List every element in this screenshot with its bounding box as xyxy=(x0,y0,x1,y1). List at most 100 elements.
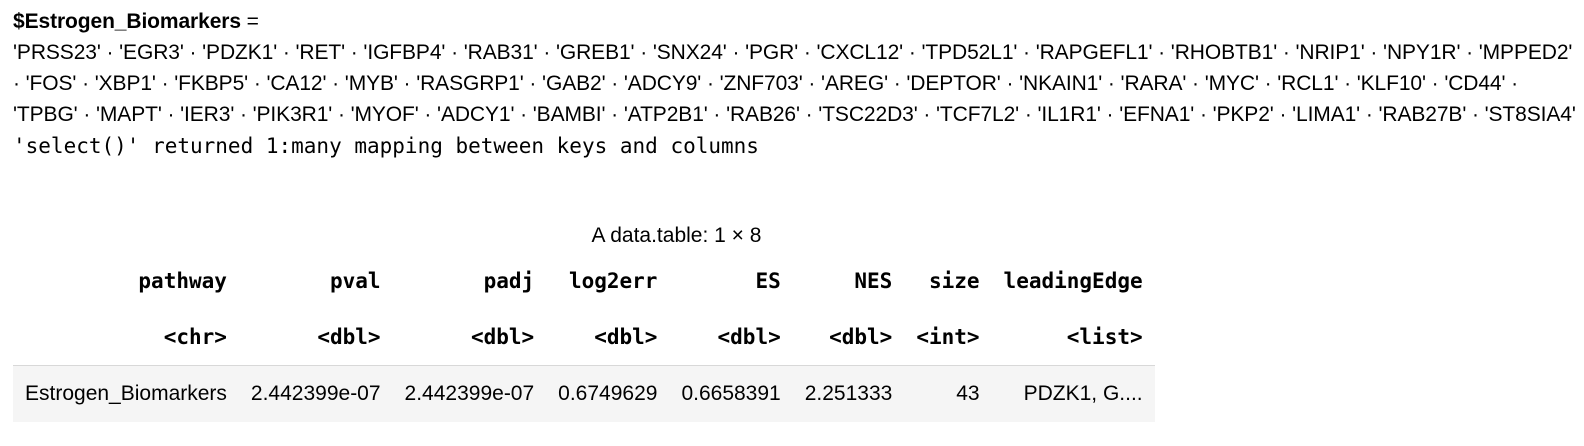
gene-list: $Estrogen_Biomarkers = 'PRSS23' · 'EGR3'… xyxy=(13,6,1578,130)
gene-list-item: 'AREG' xyxy=(821,72,888,95)
gene-list-item: 'CXCL12' xyxy=(816,41,904,64)
gene-list-item: 'RAPGEFL1' xyxy=(1035,41,1153,64)
gene-list-items: 'PRSS23' · 'EGR3' · 'PDZK1' · 'RET' · 'I… xyxy=(13,37,1578,130)
column-header: pval xyxy=(329,269,381,293)
gene-list-item: 'NKAIN1' xyxy=(1019,72,1103,95)
list-separator: · xyxy=(183,41,203,64)
gene-list-item: 'ADCY9' xyxy=(623,72,702,95)
list-separator: · xyxy=(1258,72,1278,95)
list-separator: · xyxy=(13,72,26,95)
column-header: size xyxy=(928,269,980,293)
table-type-row: <chr> <dbl> <dbl> <dbl> <dbl> <dbl> <int> <list… xyxy=(13,309,1155,366)
list-separator: · xyxy=(802,72,822,95)
table-cell: 0.6749629 xyxy=(546,365,670,422)
list-separator: · xyxy=(917,103,936,126)
table-row: Estrogen_Biomarkers 2.442399e-07 2.442399e… xyxy=(13,365,1155,422)
gene-list-item: 'TSC22D3' xyxy=(818,103,918,126)
gene-list-item: 'BAMBI' xyxy=(532,103,606,126)
list-separator: · xyxy=(1194,103,1213,126)
list-separator: · xyxy=(76,72,95,95)
gene-list-item: 'CD44' xyxy=(1444,72,1506,95)
gene-list-item: 'RAB27B' xyxy=(1378,103,1467,126)
data-table: pathway pval padj log2err ES NES size leadingEd… xyxy=(13,253,1155,422)
list-separator: · xyxy=(1019,103,1038,126)
gene-list-item: 'NPY1R' xyxy=(1383,41,1461,64)
list-separator: · xyxy=(248,72,267,95)
list-separator: · xyxy=(1505,72,1519,95)
gene-list-item: 'TCF7L2' xyxy=(936,103,1020,126)
list-separator: · xyxy=(523,72,543,95)
gene-list-item: 'TPBG' xyxy=(13,103,78,126)
table-cell: Estrogen_Biomarkers xyxy=(13,365,239,422)
list-separator: · xyxy=(1017,41,1036,64)
column-type: <chr> xyxy=(13,309,239,366)
gene-list-item: 'RET' xyxy=(295,41,346,64)
table-cell: 43 xyxy=(904,365,992,422)
gene-list-item: 'MPPED2' xyxy=(1478,41,1573,64)
column-type: <dbl> xyxy=(546,309,670,366)
gene-list-item: 'PIK3R1' xyxy=(252,103,333,126)
table-header-row: pathway pval padj log2err ES NES size leadingEd… xyxy=(13,253,1155,309)
list-separator: · xyxy=(1360,103,1379,126)
gene-list-item: 'FKBP5' xyxy=(174,72,249,95)
gene-list-item: 'NRIP1' xyxy=(1295,41,1365,64)
list-separator: · xyxy=(161,103,181,126)
list-separator: · xyxy=(1100,103,1120,126)
gene-list-item: 'GAB2' xyxy=(542,72,606,95)
gene-list-item: 'TPD52L1' xyxy=(921,41,1018,64)
gene-list-item: 'PDZK1' xyxy=(202,41,278,64)
list-separator: · xyxy=(326,72,345,95)
list-separator: · xyxy=(100,41,120,64)
list-separator: · xyxy=(514,103,533,126)
gene-list-item: 'ATP2B1' xyxy=(623,103,708,126)
list-separator: · xyxy=(707,103,727,126)
table-cell: 2.442399e-07 xyxy=(392,365,547,422)
gene-list-item: 'LIMA1' xyxy=(1292,103,1361,126)
gene-list-item: 'IER3' xyxy=(180,103,235,126)
gene-list-item: 'RASGRP1' xyxy=(416,72,524,95)
gene-list-item: 'ST8SIA4' xyxy=(1484,103,1576,126)
list-separator: · xyxy=(445,41,464,64)
list-separator: · xyxy=(234,103,253,126)
gene-list-item: 'ZNF703' xyxy=(719,72,803,95)
gene-list-item: 'MYOF' xyxy=(350,103,419,126)
list-separator: · xyxy=(605,72,624,95)
list-separator: · xyxy=(1102,72,1121,95)
list-separator: · xyxy=(155,72,175,95)
list-separator: · xyxy=(798,41,817,64)
gene-list-item: 'RCL1' xyxy=(1277,72,1339,95)
table-caption: A data.table: 1 × 8 xyxy=(591,224,762,247)
list-separator: · xyxy=(418,103,438,126)
column-header: NES xyxy=(854,269,893,293)
gene-list-item: 'RAB26' xyxy=(726,103,800,126)
gene-list-item: 'RAB31' xyxy=(463,41,538,64)
list-separator: · xyxy=(701,72,720,95)
list-separator: · xyxy=(1273,103,1293,126)
gene-list-item: 'RARA' xyxy=(1120,72,1187,95)
gene-list-item: 'PGR' xyxy=(745,41,799,64)
list-separator: · xyxy=(1338,72,1357,95)
list-separator: · xyxy=(332,103,351,126)
column-header: ES xyxy=(755,269,781,293)
column-header: padj xyxy=(483,269,535,293)
gene-list-item: 'RHOBTB1' xyxy=(1170,41,1278,64)
gene-list-item: 'KLF10' xyxy=(1356,72,1426,95)
gene-list-item: 'IL1R1' xyxy=(1037,103,1101,126)
list-separator: · xyxy=(345,41,364,64)
table-cell: 0.6658391 xyxy=(669,365,793,422)
gene-list-item: 'MYC' xyxy=(1204,72,1259,95)
column-header: log2err xyxy=(568,269,658,293)
list-assign: = xyxy=(240,10,259,33)
column-type: <dbl> xyxy=(238,309,393,366)
gene-list-item: 'SNX24' xyxy=(652,41,727,64)
list-separator: · xyxy=(634,41,653,64)
list-separator: · xyxy=(1466,103,1485,126)
list-separator: · xyxy=(605,103,624,126)
column-type: <dbl> xyxy=(392,309,547,366)
column-type: <dbl> xyxy=(792,309,905,366)
list-separator: · xyxy=(1152,41,1171,64)
gene-list-item: 'PKP2' xyxy=(1212,103,1274,126)
list-separator: · xyxy=(77,103,96,126)
notebook-output: $Estrogen_Biomarkers = 'PRSS23' · 'EGR3'… xyxy=(13,6,1578,162)
list-separator: · xyxy=(1460,41,1479,64)
